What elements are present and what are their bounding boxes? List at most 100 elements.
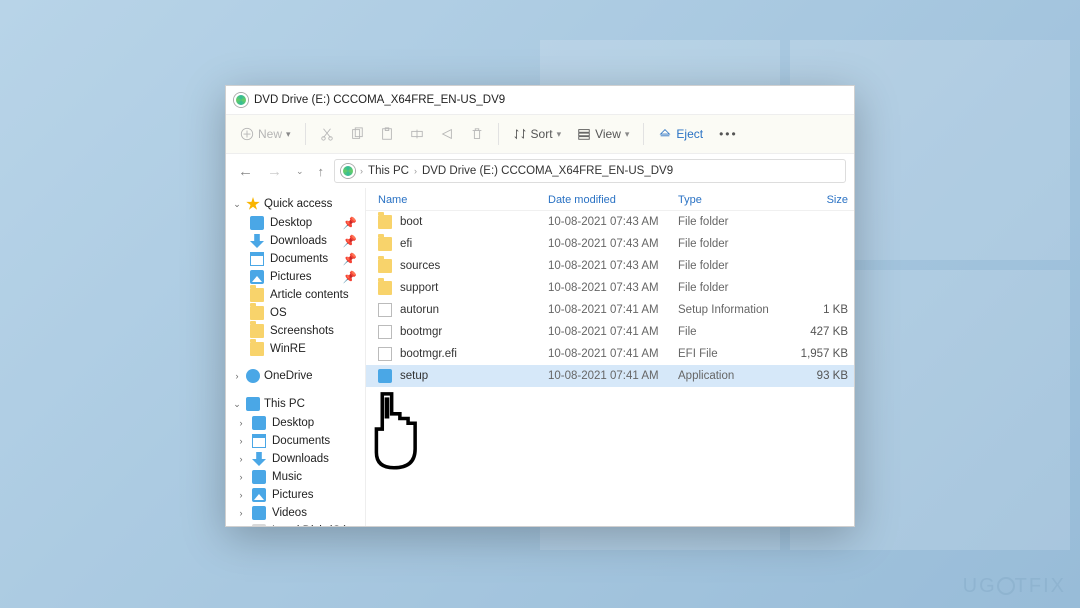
breadcrumb-segment[interactable]: This PC [368, 165, 409, 177]
file-row[interactable]: setup10-08-2021 07:41 AMApplication93 KB [366, 365, 854, 387]
file-size: 427 KB [778, 326, 848, 338]
nav-pc-desktop[interactable]: ›Desktop [226, 414, 365, 432]
file-size: 1,957 KB [778, 348, 848, 360]
file-row[interactable]: boot10-08-2021 07:43 AMFile folder [366, 211, 854, 233]
copy-button[interactable] [344, 123, 370, 145]
nav-label: Downloads [270, 235, 327, 247]
paste-icon [380, 127, 394, 141]
chevron-right-icon: › [360, 166, 363, 176]
titlebar[interactable]: DVD Drive (E:) CCCOMA_X64FRE_EN-US_DV9 [226, 86, 854, 114]
nav-label: Music [272, 471, 302, 483]
sort-icon [513, 127, 527, 141]
chevron-down-icon: ▾ [286, 129, 291, 140]
nav-label: Videos [272, 507, 307, 519]
col-name[interactable]: Name [378, 194, 548, 206]
chevron-down-icon: ▾ [557, 129, 562, 140]
nav-label: OneDrive [264, 370, 313, 382]
desktop-icon [252, 416, 266, 430]
nav-forward-button[interactable]: → [263, 163, 286, 180]
folder-icon [378, 237, 392, 251]
window-title: DVD Drive (E:) CCCOMA_X64FRE_EN-US_DV9 [254, 94, 505, 106]
nav-pc-music[interactable]: ›Music [226, 468, 365, 486]
new-button[interactable]: New ▾ [234, 123, 297, 145]
setup-icon [378, 369, 392, 383]
nav-os[interactable]: OS [226, 304, 365, 322]
folder-icon [250, 306, 264, 320]
paste-button[interactable] [374, 123, 400, 145]
view-button[interactable]: View ▾ [571, 123, 635, 145]
nav-label: Desktop [270, 217, 312, 229]
nav-back-button[interactable]: ← [234, 163, 257, 180]
nav-downloads[interactable]: Downloads📌 [226, 232, 365, 250]
nav-label: Documents [270, 253, 328, 265]
eject-button[interactable]: Eject [652, 123, 709, 145]
share-button[interactable] [434, 123, 460, 145]
nav-quick-access[interactable]: ⌄Quick access [226, 194, 365, 214]
file-name: bootmgr [400, 326, 442, 338]
file-row[interactable]: efi10-08-2021 07:43 AMFile folder [366, 233, 854, 255]
nav-pc-pictures[interactable]: ›Pictures [226, 486, 365, 504]
file-row[interactable]: bootmgr.efi10-08-2021 07:41 AMEFI File1,… [366, 343, 854, 365]
nav-this-pc[interactable]: ⌄This PC [226, 394, 365, 414]
new-label: New [258, 127, 282, 141]
cut-button[interactable] [314, 123, 340, 145]
nav-label: Quick access [264, 198, 332, 210]
column-headers[interactable]: Name Date modified Type Size [366, 188, 854, 211]
nav-onedrive[interactable]: ›OneDrive [226, 366, 365, 386]
watermark-text: UG [963, 575, 997, 597]
nav-label: OS [270, 307, 287, 319]
col-type[interactable]: Type [678, 194, 778, 206]
file-type: File folder [678, 282, 778, 294]
col-size[interactable]: Size [778, 194, 848, 206]
col-modified[interactable]: Date modified [548, 194, 678, 206]
nav-desktop[interactable]: Desktop📌 [226, 214, 365, 232]
file-type: File folder [678, 260, 778, 272]
file-explorer-window: DVD Drive (E:) CCCOMA_X64FRE_EN-US_DV9 N… [225, 85, 855, 527]
nav-article-contents[interactable]: Article contents [226, 286, 365, 304]
folder-icon [250, 288, 264, 302]
file-row[interactable]: bootmgr10-08-2021 07:41 AMFile427 KB [366, 321, 854, 343]
delete-button[interactable] [464, 123, 490, 145]
breadcrumb-segment[interactable]: DVD Drive (E:) CCCOMA_X64FRE_EN-US_DV9 [422, 165, 673, 177]
file-list[interactable]: Name Date modified Type Size boot 10-08-2… [366, 188, 854, 526]
more-button[interactable]: ••• [713, 123, 744, 145]
toolbar-separator [498, 123, 499, 145]
nav-winre[interactable]: WinRE [226, 340, 365, 358]
file-date: 10-08-2021 07:43 AM [548, 216, 678, 228]
eject-label: Eject [676, 127, 703, 141]
trash-icon [470, 127, 484, 141]
copy-icon [350, 127, 364, 141]
file-name: autorun [400, 304, 439, 316]
breadcrumb[interactable]: › This PC › DVD Drive (E:) CCCOMA_X64FRE… [334, 159, 846, 183]
pc-icon [246, 397, 260, 411]
file-name: boot [400, 216, 422, 228]
file-name: bootmgr.efi [400, 348, 457, 360]
nav-pictures[interactable]: Pictures📌 [226, 268, 365, 286]
sort-button[interactable]: Sort ▾ [507, 123, 568, 145]
nav-up-button[interactable]: ↑ [314, 164, 329, 179]
videos-icon [252, 506, 266, 520]
nav-pc-downloads[interactable]: ›Downloads [226, 450, 365, 468]
toolbar-separator [305, 123, 306, 145]
nav-screenshots[interactable]: Screenshots [226, 322, 365, 340]
nav-pc-videos[interactable]: ›Videos [226, 504, 365, 522]
nav-label: Article contents [270, 289, 349, 301]
file-row[interactable]: autorun10-08-2021 07:41 AMSetup Informat… [366, 299, 854, 321]
sort-label: Sort [531, 127, 553, 141]
file-row[interactable]: sources10-08-2021 07:43 AMFile folder [366, 255, 854, 277]
rename-button[interactable] [404, 123, 430, 145]
nav-pc-local-disk[interactable]: ›Local Disk (C:) [226, 522, 365, 526]
nav-recent-button[interactable]: ⌄ [292, 166, 308, 177]
folder-icon [378, 215, 392, 229]
file-row[interactable]: support10-08-2021 07:43 AMFile folder [366, 277, 854, 299]
watermark-text: TFIX [1015, 575, 1066, 597]
nav-pc-documents[interactable]: ›Documents [226, 432, 365, 450]
nav-documents[interactable]: Documents 📌 [226, 250, 365, 268]
nav-label: Local Disk (C:) [272, 525, 347, 526]
star-icon [246, 197, 260, 211]
pin-icon: 📌 [343, 252, 357, 266]
file-name: support [400, 282, 438, 294]
file-type: File [678, 326, 778, 338]
file-date: 10-08-2021 07:43 AM [548, 238, 678, 250]
navigation-pane[interactable]: ⌄Quick access Desktop📌 Downloads📌 Docume… [226, 188, 366, 526]
